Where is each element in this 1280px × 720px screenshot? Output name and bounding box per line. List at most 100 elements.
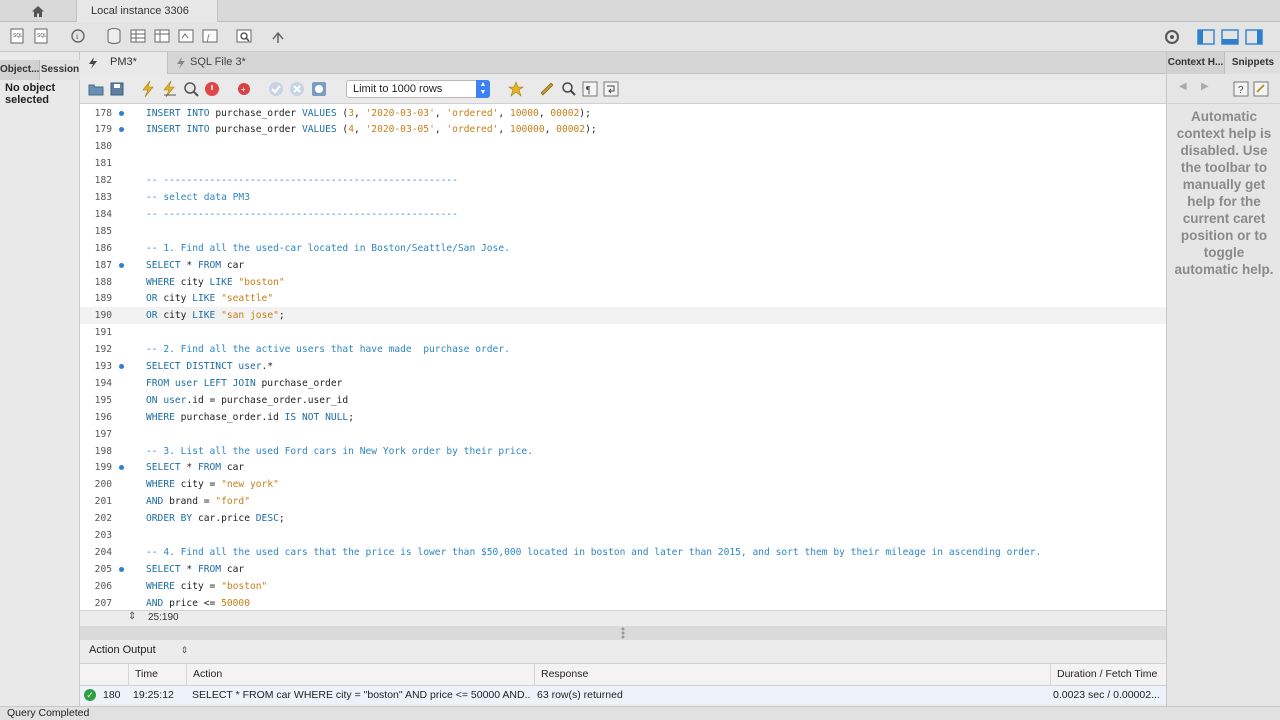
tab-label: SQL File 3* xyxy=(190,56,246,68)
row-limit-value: Limit to 1000 rows xyxy=(353,83,443,95)
tab-session[interactable]: Session xyxy=(40,60,80,80)
stop-icon[interactable] xyxy=(202,79,222,99)
execute-icon[interactable] xyxy=(138,79,158,99)
code-text: -- -------------------------------------… xyxy=(146,175,458,187)
create-view-icon[interactable] xyxy=(152,26,172,46)
code-line[interactable]: 204 -- 4. Find all the used cars that the… xyxy=(80,544,1166,561)
code-line[interactable]: 188 WHERE city LIKE "boston" xyxy=(80,274,1166,291)
code-line[interactable]: 183 -- select data PM3 xyxy=(80,189,1166,206)
success-check-icon: ✓ xyxy=(84,689,96,701)
code-text: SELECT * FROM car xyxy=(146,259,245,271)
column-header-action[interactable]: Action xyxy=(186,664,534,686)
open-folder-icon[interactable] xyxy=(86,79,106,99)
panel-splitter[interactable] xyxy=(80,626,1166,640)
toggle-sidebar-icon[interactable] xyxy=(1196,27,1216,47)
code-line[interactable]: 191 xyxy=(80,324,1166,341)
invisible-chars-icon[interactable]: ¶ xyxy=(580,79,600,99)
code-line[interactable]: 184 -- ----------------------------------… xyxy=(80,206,1166,223)
forward-arrow-icon[interactable]: ▶ xyxy=(1201,81,1209,92)
code-line[interactable]: 205 SELECT * FROM car xyxy=(80,561,1166,578)
rollback-icon[interactable] xyxy=(287,79,307,99)
row-index: 180 xyxy=(103,689,121,701)
code-line[interactable]: 199 SELECT * FROM car xyxy=(80,459,1166,476)
code-text: OR city LIKE "seattle" xyxy=(146,293,274,305)
code-line[interactable]: 181 xyxy=(80,155,1166,172)
explain-icon[interactable] xyxy=(181,79,201,99)
code-line[interactable]: 197 xyxy=(80,426,1166,443)
code-line[interactable]: 203 xyxy=(80,527,1166,544)
manual-help-icon[interactable]: ? xyxy=(1231,79,1251,99)
tab-sql-file-3[interactable]: SQL File 3* xyxy=(168,52,264,74)
new-sql-tab-icon[interactable]: SQL xyxy=(8,26,28,46)
svg-text:+: + xyxy=(241,85,246,94)
table-row[interactable]: ✓ 180 19:25:12 SELECT * FROM car WHERE c… xyxy=(80,686,1166,704)
code-line[interactable]: 195 ON user.id = purchase_order.user_id xyxy=(80,392,1166,409)
home-button[interactable] xyxy=(0,0,76,22)
toggle-secondary-sidebar-icon[interactable] xyxy=(1244,27,1264,47)
code-text: AND brand = "ford" xyxy=(146,496,250,508)
execute-current-statement-icon[interactable] xyxy=(160,79,180,99)
code-line[interactable]: 196 WHERE purchase_order.id IS NOT NULL; xyxy=(80,409,1166,426)
beautify-icon[interactable] xyxy=(537,79,557,99)
sql-code-editor[interactable]: 178 INSERT INTO purchase_order VALUES (3,… xyxy=(80,104,1166,610)
row-limit-select[interactable]: Limit to 1000 rows ▲ ▼ xyxy=(346,80,490,98)
tab-bar: Local instance 3306 xyxy=(0,0,1280,22)
search-table-data-icon[interactable] xyxy=(234,26,254,46)
line-number: 185 xyxy=(94,225,112,237)
toggle-output-panel-icon[interactable] xyxy=(1220,27,1240,47)
auto-commit-icon[interactable] xyxy=(309,79,329,99)
code-text: ON user.id = purchase_order.user_id xyxy=(146,394,349,406)
line-number: 203 xyxy=(94,530,112,541)
code-line[interactable]: 178 INSERT INTO purchase_order VALUES (3,… xyxy=(80,105,1166,122)
code-line[interactable]: 187 SELECT * FROM car xyxy=(80,257,1166,274)
code-line[interactable]: 193 SELECT DISTINCT user.* xyxy=(80,358,1166,375)
back-arrow-icon[interactable]: ◀ xyxy=(1179,81,1187,92)
add-snippet-icon[interactable] xyxy=(506,79,526,99)
code-line[interactable]: 200 WHERE city = "new york" xyxy=(80,476,1166,493)
cursor-position: 25:190 xyxy=(148,612,179,623)
line-number: 192 xyxy=(94,344,112,356)
toggle-error-icon[interactable]: + xyxy=(234,79,254,99)
code-line[interactable]: 192 -- 2. Find all the active users that … xyxy=(80,341,1166,358)
code-line[interactable]: 185 xyxy=(80,223,1166,240)
chevron-updown-icon[interactable]: ⇕ xyxy=(128,611,136,622)
column-header-response[interactable]: Response xyxy=(534,664,1050,686)
code-line[interactable]: 179 INSERT INTO purchase_order VALUES (4,… xyxy=(80,121,1166,138)
save-icon[interactable] xyxy=(107,79,127,99)
svg-text:i: i xyxy=(76,32,79,41)
output-type-select[interactable]: Action Output ⇕ xyxy=(89,644,188,656)
tab-pm3[interactable]: PM3* xyxy=(80,52,168,74)
line-number: 207 xyxy=(94,597,112,609)
code-line[interactable]: 202 ORDER BY car.price DESC; xyxy=(80,510,1166,527)
code-line[interactable]: 206 WHERE city = "boston" xyxy=(80,578,1166,595)
create-table-icon[interactable] xyxy=(128,26,148,46)
code-line[interactable]: 201 AND brand = "ford" xyxy=(80,493,1166,510)
open-sql-file-icon[interactable]: SQL xyxy=(32,26,52,46)
code-line[interactable]: 186 -- 1. Find all the used-car located i… xyxy=(80,240,1166,257)
line-number: 179 xyxy=(94,124,112,136)
column-header-time[interactable]: Time xyxy=(128,664,186,686)
find-icon[interactable] xyxy=(559,79,579,99)
tab-object-info[interactable]: Object... xyxy=(0,60,40,80)
wrap-lines-icon[interactable] xyxy=(601,79,621,99)
code-line[interactable]: 207 AND price <= 50000 xyxy=(80,595,1166,610)
column-header-duration[interactable]: Duration / Fetch Time xyxy=(1050,664,1166,686)
code-line[interactable]: 190 OR city LIKE "san jose"; xyxy=(80,307,1166,325)
code-line[interactable]: 182 -- ----------------------------------… xyxy=(80,172,1166,189)
statement-marker-icon xyxy=(119,566,124,572)
create-procedure-icon[interactable] xyxy=(176,26,196,46)
tab-snippets[interactable]: Snippets xyxy=(1225,52,1280,74)
reconnect-icon[interactable] xyxy=(268,26,288,46)
settings-gear-icon[interactable] xyxy=(1162,27,1182,47)
code-line[interactable]: 194 FROM user LEFT JOIN purchase_order xyxy=(80,375,1166,392)
create-schema-icon[interactable] xyxy=(104,26,124,46)
commit-icon[interactable] xyxy=(266,79,286,99)
code-line[interactable]: 180 xyxy=(80,138,1166,155)
code-line[interactable]: 198 -- 3. List all the used Ford cars in … xyxy=(80,443,1166,460)
inspector-icon[interactable]: i xyxy=(68,26,88,46)
code-line[interactable]: 189 OR city LIKE "seattle" xyxy=(80,290,1166,307)
auto-help-icon[interactable] xyxy=(1251,79,1271,99)
tab-context-help[interactable]: Context H... xyxy=(1167,52,1225,74)
create-function-icon[interactable]: f xyxy=(200,26,220,46)
connection-tab[interactable]: Local instance 3306 xyxy=(76,0,218,22)
